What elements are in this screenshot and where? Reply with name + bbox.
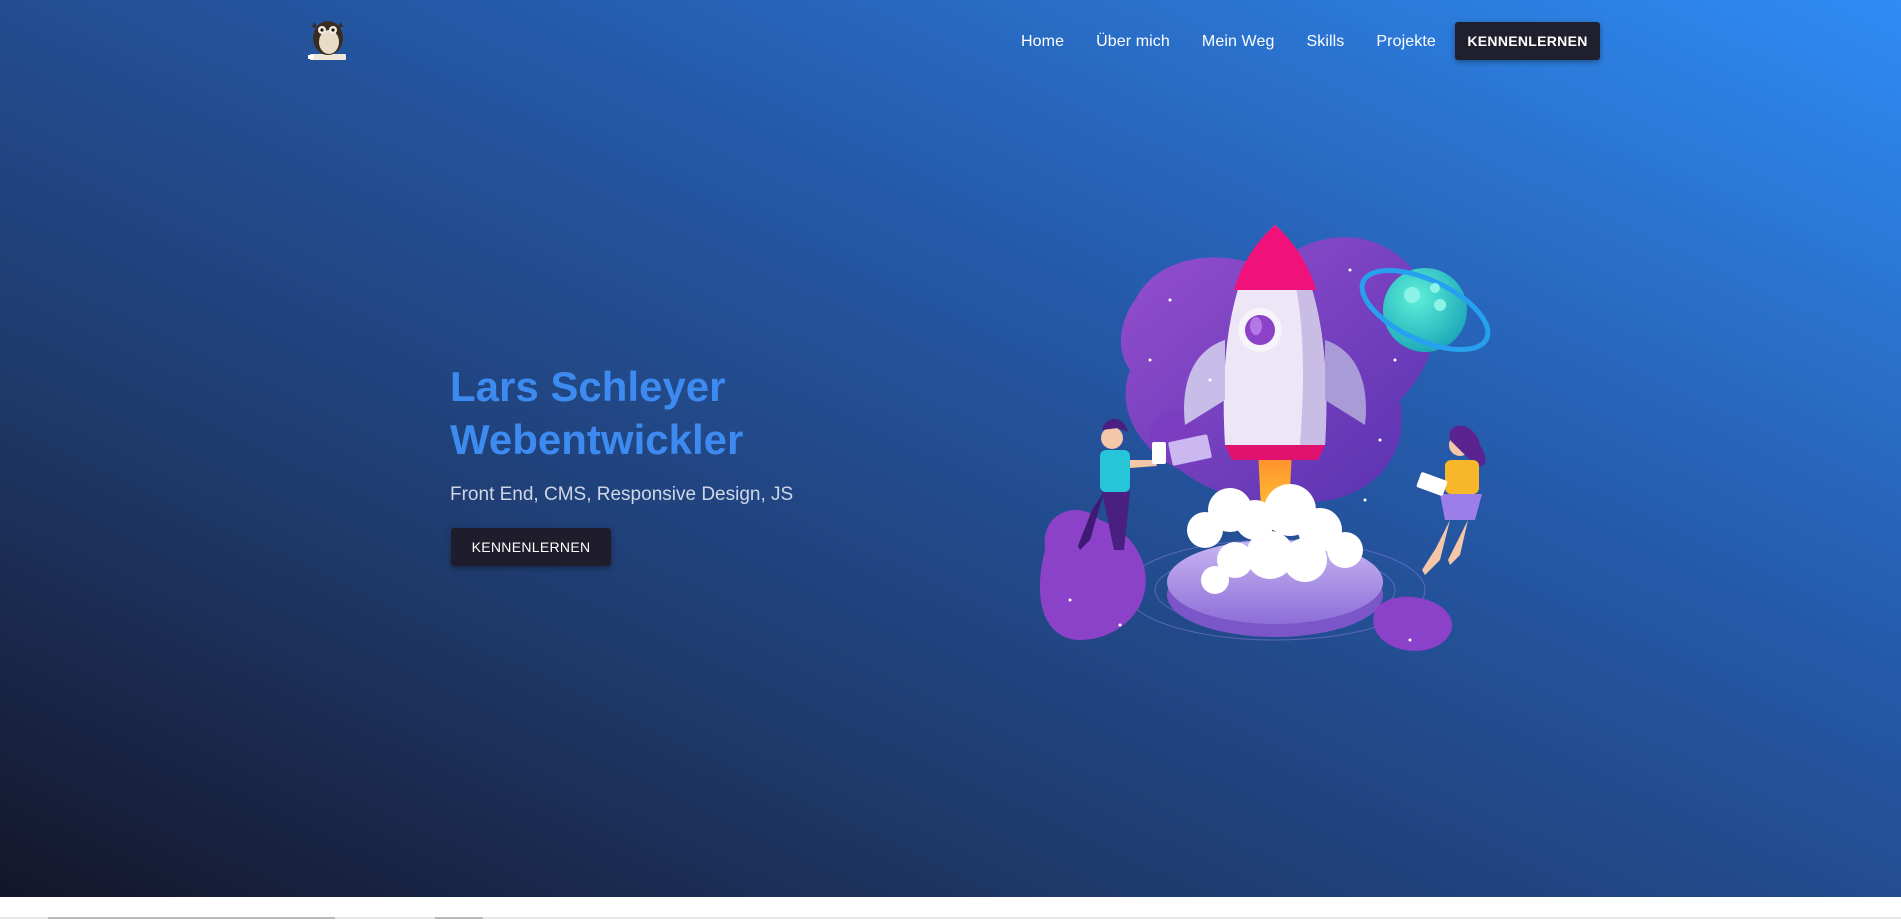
nav-link-home[interactable]: Home xyxy=(1021,33,1064,51)
nav-link-skills[interactable]: Skills xyxy=(1306,33,1344,51)
divider-segment xyxy=(435,917,483,919)
divider-segment xyxy=(48,917,335,919)
header-kennenlernen-button[interactable]: KENNENLERNEN xyxy=(1455,22,1600,60)
nav-link-projects[interactable]: Projekte xyxy=(1376,33,1436,51)
nav-link-about[interactable]: Über mich xyxy=(1096,33,1170,51)
rocket-launch-illustration xyxy=(1039,225,1491,651)
nav-link-path[interactable]: Mein Weg xyxy=(1202,33,1275,51)
hero-title: Lars Schleyer Webentwickler xyxy=(450,360,743,466)
hero-kennenlernen-button[interactable]: KENNENLERNEN xyxy=(451,528,611,566)
hero-title-name: Lars Schleyer xyxy=(450,363,726,410)
hero-subtitle: Front End, CMS, Responsive Design, JS xyxy=(450,484,794,505)
owl-logo-icon[interactable] xyxy=(304,14,350,64)
main-nav: Home Über mich Mein Weg Skills Projekte xyxy=(1000,22,1468,62)
hero-section: Home Über mich Mein Weg Skills Projekte … xyxy=(0,0,1901,897)
hero-title-role: Webentwickler xyxy=(450,416,744,463)
next-section-edge xyxy=(0,897,1901,921)
